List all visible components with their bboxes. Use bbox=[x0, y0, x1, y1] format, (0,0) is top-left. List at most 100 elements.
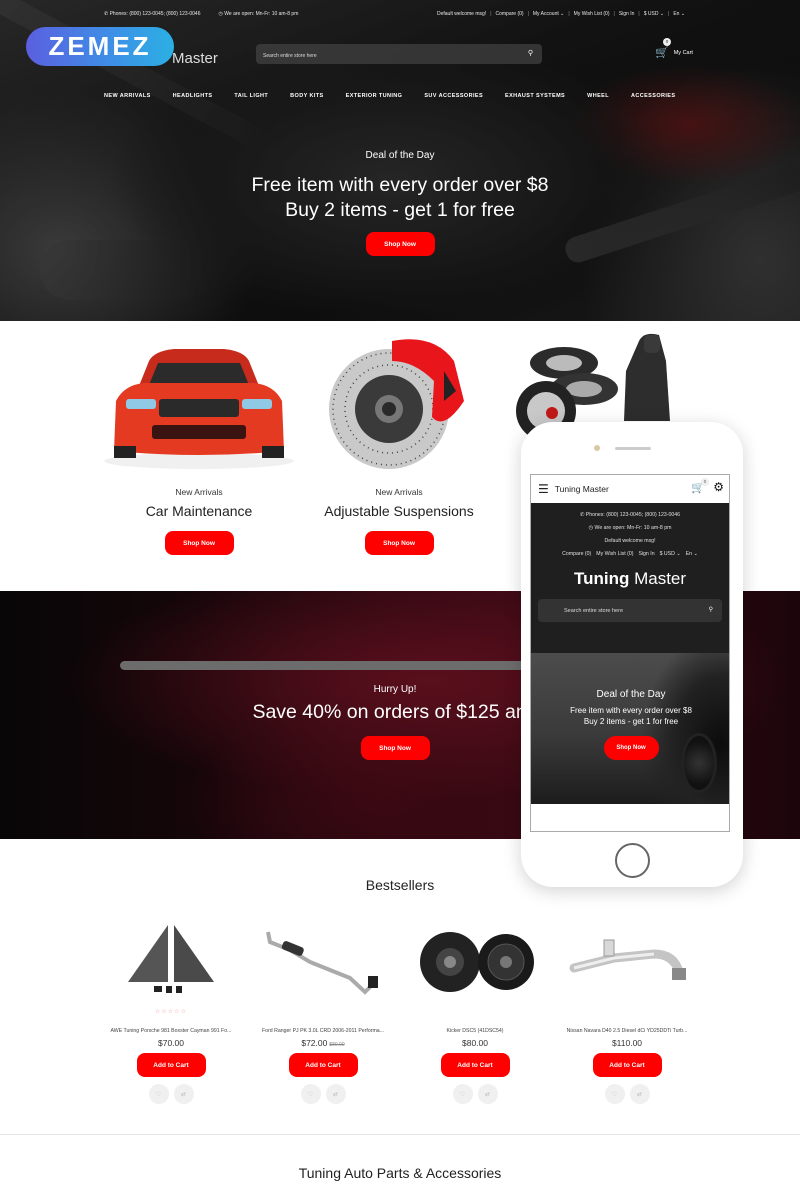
gear-icon[interactable]: ⚙ bbox=[713, 480, 724, 494]
chevron-down-icon: ⌄ bbox=[680, 11, 686, 17]
product-image-body-brackets[interactable] bbox=[98, 920, 244, 1004]
phone-camera bbox=[594, 445, 600, 451]
category-card-car-maintenance: New Arrivals Car Maintenance Shop Now bbox=[94, 321, 304, 555]
nav-item-headlights[interactable]: HEADLIGHTS bbox=[173, 93, 213, 99]
wishlist-link[interactable]: My Wish List (0) bbox=[596, 551, 633, 557]
nav-item-exhaust-systems[interactable]: EXHAUST SYSTEMS bbox=[505, 93, 565, 99]
product-name[interactable]: Ford Ranger PJ PK 3.0L CRD 2006-2011 Per… bbox=[250, 1028, 396, 1034]
hero-content: Deal of the Day Free item with every ord… bbox=[0, 150, 800, 256]
phone-speaker bbox=[615, 447, 651, 450]
add-to-cart-button[interactable]: Add to Cart bbox=[592, 1053, 662, 1077]
mobile-preview-mockup: ☰ Tuning Master 🛒 0 ⚙ ✆ Phones: (800) 12… bbox=[521, 422, 743, 887]
phones-info: ✆ Phones: (800) 123-0045; (800) 123-0046 bbox=[104, 11, 201, 17]
sign-in-link[interactable]: Sign In bbox=[619, 11, 635, 17]
product-image-speakers[interactable] bbox=[402, 920, 548, 1004]
category-subtitle: New Arrivals bbox=[375, 487, 423, 497]
rating-stars: ☆☆☆☆☆ bbox=[155, 1009, 187, 1015]
tuning-parts-heading: Tuning Auto Parts & Accessories bbox=[298, 1165, 502, 1181]
category-title[interactable]: Car Maintenance bbox=[94, 503, 304, 519]
language-dropdown[interactable]: En ⌄ bbox=[686, 551, 698, 557]
compare-arrows-icon[interactable]: ⇄ bbox=[173, 1084, 194, 1104]
category-shop-now-button[interactable]: Shop Now bbox=[364, 531, 434, 555]
compare-link[interactable]: Compare (0) bbox=[562, 551, 591, 557]
add-to-cart-button[interactable]: Add to Cart bbox=[288, 1053, 358, 1077]
cart-count-badge: 0 bbox=[663, 38, 671, 46]
mobile-search-input[interactable] bbox=[555, 599, 705, 623]
mobile-search-bar: ⚲ bbox=[538, 599, 722, 623]
mobile-hero: Deal of the Day Free item with every ord… bbox=[531, 653, 729, 804]
category-title[interactable]: Adjustable Suspensions bbox=[294, 503, 504, 519]
red-car-image[interactable] bbox=[94, 321, 304, 481]
nav-item-exterior-tuning[interactable]: EXTERIOR TUNING bbox=[346, 93, 403, 99]
cart-count-badge: 0 bbox=[701, 478, 709, 486]
product-name[interactable]: AWE Tuning Porsche 981 Boxster Cayman 99… bbox=[98, 1028, 244, 1034]
mobile-hero-content: Deal of the Day Free item with every ord… bbox=[531, 689, 729, 760]
mobile-welcome: Default welcome msg! bbox=[604, 538, 656, 544]
hero-shop-now-button[interactable]: Shop Now bbox=[365, 232, 435, 256]
nav-item-suv-accessories[interactable]: SUV ACCESSORIES bbox=[424, 93, 483, 99]
promo-shop-now-button[interactable]: Shop Now bbox=[360, 736, 430, 760]
wishlist-heart-icon[interactable]: ♡ bbox=[148, 1084, 169, 1104]
my-account-dropdown[interactable]: My Account ⌄ bbox=[533, 11, 564, 17]
mobile-brand-logo[interactable]: Tuning Master bbox=[531, 569, 729, 589]
hero-headline-line2: Buy 2 items - get 1 for free bbox=[285, 199, 515, 221]
search-input[interactable] bbox=[256, 46, 506, 66]
search-icon[interactable]: ⚲ bbox=[528, 49, 533, 57]
nav-item-tail-light[interactable]: TAIL LIGHT bbox=[234, 93, 268, 99]
compare-arrows-icon[interactable]: ⇄ bbox=[629, 1084, 650, 1104]
hero-kicker: Deal of the Day bbox=[365, 150, 435, 161]
wishlist-heart-icon[interactable]: ♡ bbox=[452, 1084, 473, 1104]
chevron-down-icon: ⌄ bbox=[659, 11, 665, 17]
store-logo-text[interactable]: Master bbox=[172, 50, 218, 67]
mobile-hours: ◷ We are open: Mn-Fr: 10 am-8 pm bbox=[588, 525, 672, 531]
mini-cart[interactable]: 🛒 0 My Cart bbox=[655, 38, 693, 59]
currency-dropdown[interactable]: $ USD ⌄ bbox=[644, 11, 664, 17]
add-to-cart-button[interactable]: Add to Cart bbox=[440, 1053, 510, 1077]
wishlist-heart-icon[interactable]: ♡ bbox=[604, 1084, 625, 1104]
category-shop-now-button[interactable]: Shop Now bbox=[164, 531, 234, 555]
brake-disc-image[interactable] bbox=[294, 321, 504, 481]
mobile-store-name[interactable]: Tuning Master bbox=[555, 484, 609, 494]
mobile-info-panel: ✆ Phones: (800) 123-0045; (800) 123-0046… bbox=[531, 503, 729, 653]
chevron-down-icon: ⌄ bbox=[693, 551, 698, 557]
mobile-hero-line2: Buy 2 items - get 1 for free bbox=[583, 717, 679, 726]
product-old-price: $80.00 bbox=[329, 1042, 345, 1048]
phone-icon: ✆ bbox=[104, 11, 109, 17]
product-image-turbo-pipe[interactable] bbox=[554, 920, 700, 1004]
currency-dropdown[interactable]: $ USD ⌄ bbox=[660, 551, 681, 557]
mobile-hero-line1: Free item with every order over $8 bbox=[570, 706, 692, 715]
nav-item-accessories[interactable]: ACCESSORIES bbox=[631, 93, 675, 99]
nav-item-new-arrivals[interactable]: NEW ARRIVALS bbox=[104, 93, 151, 99]
clock-icon: ◷ bbox=[588, 525, 594, 531]
mobile-phones: ✆ Phones: (800) 123-0045; (800) 123-0046 bbox=[579, 512, 681, 518]
product-price: $80.00 bbox=[462, 1038, 488, 1048]
product-price: $70.00 bbox=[158, 1038, 184, 1048]
wishlist-link[interactable]: My Wish List (0) bbox=[574, 11, 610, 17]
language-dropdown[interactable]: En ⌄ bbox=[673, 11, 685, 17]
product-image-exhaust-pipe[interactable] bbox=[250, 920, 396, 1004]
hero-section: ✆ Phones: (800) 123-0045; (800) 123-0046… bbox=[0, 0, 800, 321]
nav-item-wheel[interactable]: WHEEL bbox=[587, 93, 609, 99]
product-card: Kicker DSC5 (41DSC54) $80.00 Add to Cart… bbox=[402, 920, 548, 1104]
product-name[interactable]: Nissan Navara D40 2.5 Diesel dCi YD25DDT… bbox=[554, 1028, 700, 1034]
product-name[interactable]: Kicker DSC5 (41DSC54) bbox=[402, 1028, 548, 1034]
compare-arrows-icon[interactable]: ⇄ bbox=[325, 1084, 346, 1104]
mobile-screen: ☰ Tuning Master 🛒 0 ⚙ ✆ Phones: (800) 12… bbox=[530, 474, 730, 832]
phone-home-button bbox=[615, 843, 650, 878]
wishlist-heart-icon[interactable]: ♡ bbox=[300, 1084, 321, 1104]
search-bar: ⚲ bbox=[256, 44, 542, 66]
cart-label: My Cart bbox=[673, 49, 693, 56]
zemez-badge-logo[interactable]: ZEMEZ bbox=[26, 27, 174, 66]
search-icon[interactable]: ⚲ bbox=[709, 606, 713, 613]
car-tail-decoration bbox=[120, 661, 530, 670]
mobile-header: ☰ Tuning Master 🛒 0 ⚙ bbox=[531, 475, 729, 503]
compare-link[interactable]: Compare (0) bbox=[496, 11, 524, 17]
product-card: ☆☆☆☆☆ AWE Tuning Porsche 981 Boxster Cay… bbox=[98, 920, 244, 1104]
add-to-cart-button[interactable]: Add to Cart bbox=[136, 1053, 206, 1077]
compare-arrows-icon[interactable]: ⇄ bbox=[477, 1084, 498, 1104]
cart-icon: 🛒 0 bbox=[655, 38, 671, 59]
sign-in-link[interactable]: Sign In bbox=[638, 551, 654, 557]
hamburger-menu-icon[interactable]: ☰ bbox=[538, 482, 549, 496]
nav-item-body-kits[interactable]: BODY KITS bbox=[290, 93, 323, 99]
mobile-shop-now-button[interactable]: Shop Now bbox=[603, 736, 659, 760]
